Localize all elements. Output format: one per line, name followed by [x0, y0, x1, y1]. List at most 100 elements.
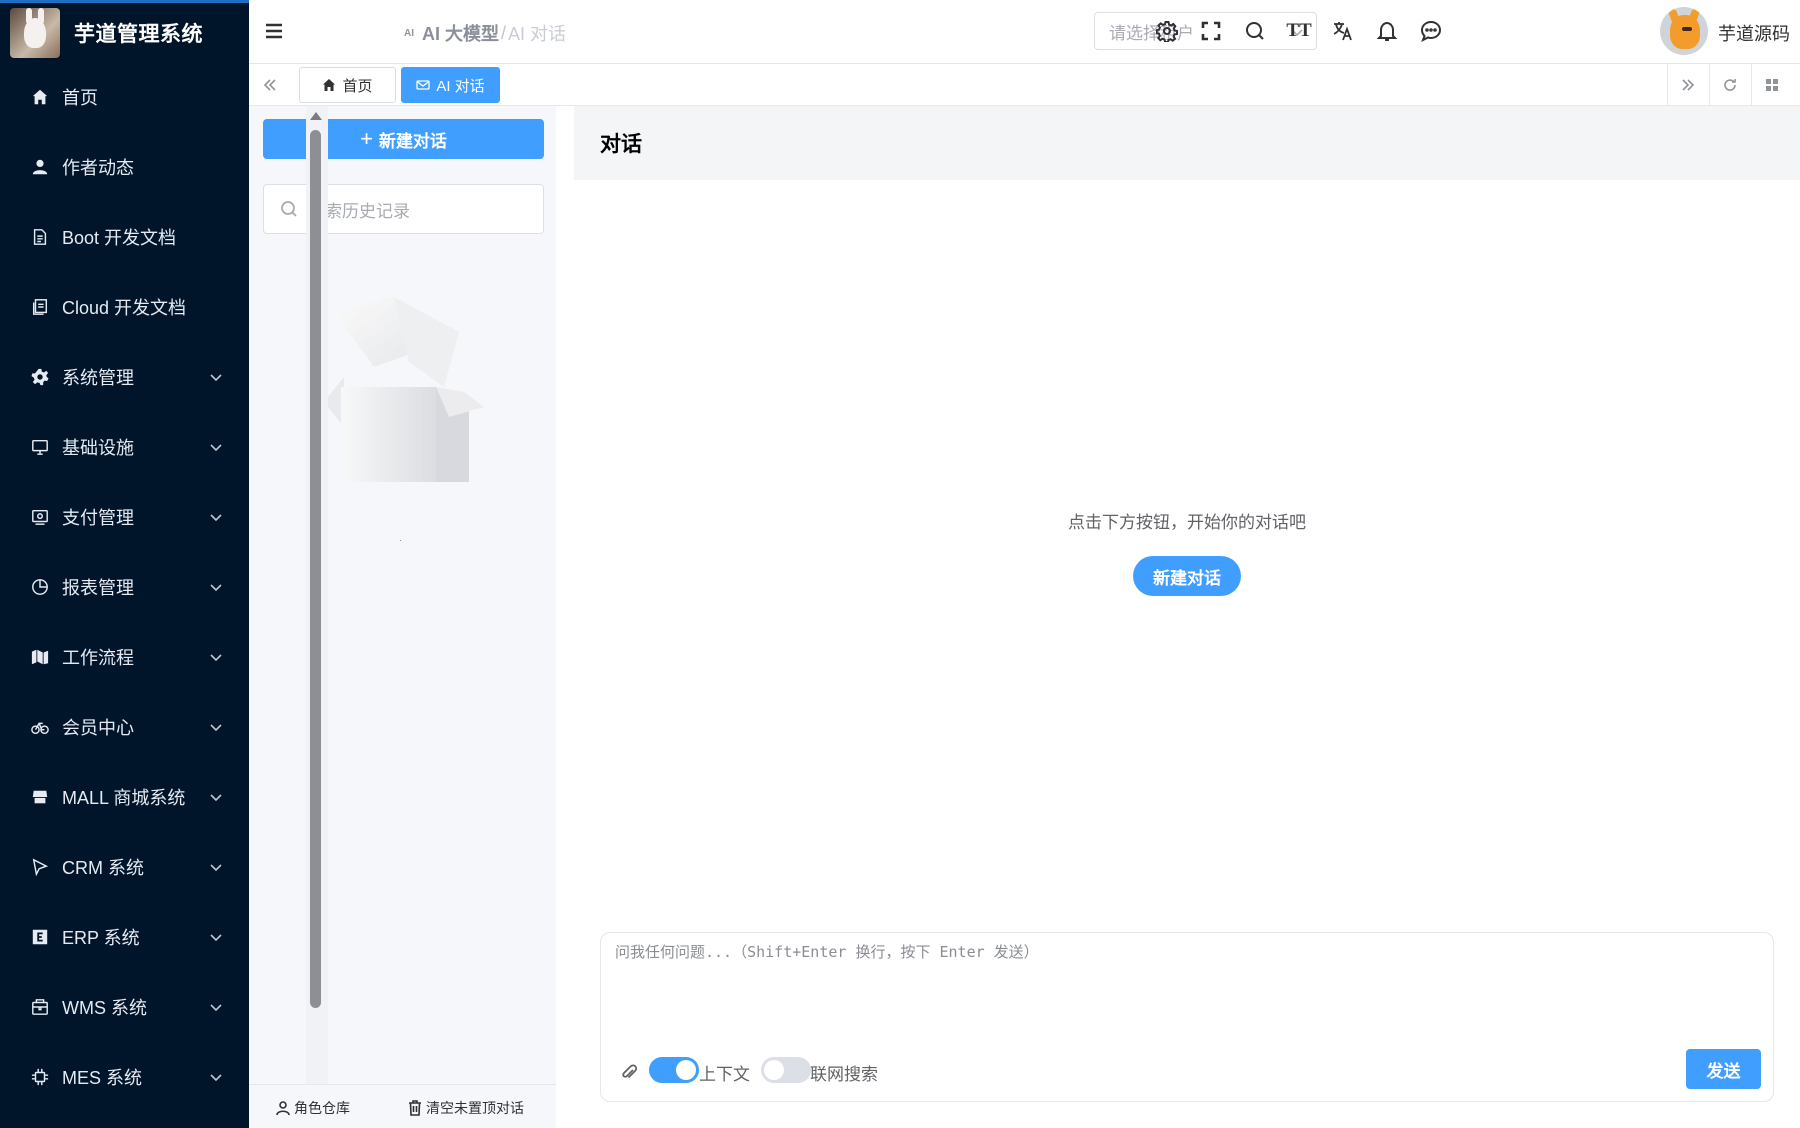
chevron-down-icon [209, 650, 223, 664]
fullscreen-icon[interactable] [1199, 19, 1223, 43]
breadcrumb-separator: / [501, 22, 507, 43]
plus-icon: + [360, 126, 373, 151]
sidebar-item-label: ERP 系统 [62, 928, 140, 948]
chevrons-left-icon[interactable] [249, 64, 291, 106]
conversation-panel-footer: 角色仓库 清空未置顶对话 [249, 1084, 556, 1128]
empty-description: · [399, 536, 402, 545]
sidebar-item-crm[interactable]: CRM 系统 [0, 832, 249, 902]
search-icon[interactable] [1243, 19, 1267, 43]
sidebar-item-label: MALL 商城系统 [62, 788, 186, 808]
package-icon [30, 997, 50, 1017]
new-chat-button[interactable]: 新建对话 [1133, 556, 1241, 596]
sidebar-item-workflow[interactable]: 工作流程 [0, 622, 249, 692]
sidebar-item-boot-docs[interactable]: Boot 开发文档 [0, 202, 249, 272]
mail-icon [416, 80, 430, 90]
tenant-select-placeholder: 请选择租户 [1109, 23, 1194, 43]
font-size-icon[interactable]: TT [1286, 19, 1311, 43]
sidebar-item-member[interactable]: 会员中心 [0, 692, 249, 762]
chevron-down-icon [209, 510, 223, 524]
ai-icon: AI [404, 27, 414, 39]
conversation-panel: + 新建对话 搜索历史记录 · [249, 106, 556, 1128]
avatar[interactable] [1660, 7, 1708, 55]
chevron-down-icon [209, 1070, 223, 1084]
paperclip-icon[interactable] [619, 1063, 639, 1083]
grid-icon[interactable] [1751, 64, 1793, 106]
app-title: 芋道管理系统 [74, 22, 203, 46]
logo [10, 7, 60, 58]
context-toggle[interactable] [649, 1057, 699, 1083]
sidebar: 芋道管理系统 首页 作者动态 Boot 开发文档 Cloud 开发文档 系统管理… [0, 0, 249, 1128]
gear-icon [30, 367, 50, 387]
sidebar-item-label: 作者动态 [62, 158, 134, 178]
sidebar-item-cloud-docs[interactable]: Cloud 开发文档 [0, 272, 249, 342]
sidebar-item-pay[interactable]: 支付管理 [0, 482, 249, 552]
message-composer: 上下文 联网搜索 发送 [600, 932, 1774, 1102]
role-library-button[interactable]: 角色仓库 [275, 1098, 350, 1118]
document-icon [30, 227, 50, 247]
sidebar-menu: 首页 作者动态 Boot 开发文档 Cloud 开发文档 系统管理 基础设施 支… [0, 62, 249, 1112]
sidebar-item-mes[interactable]: MES 系统 [0, 1042, 249, 1112]
monitor-icon [30, 437, 50, 457]
scrollbar-thumb[interactable] [310, 130, 321, 1008]
sidebar-item-label: 基础设施 [62, 438, 134, 458]
chevron-down-icon [209, 860, 223, 874]
menu-toggle-icon[interactable] [263, 20, 285, 42]
documents-icon [30, 297, 50, 317]
username[interactable]: 芋道源码 [1718, 20, 1790, 46]
erp-icon [30, 927, 50, 947]
sidebar-item-label: 报表管理 [62, 578, 134, 598]
sidebar-item-label: 会员中心 [62, 718, 134, 738]
crm-icon [30, 857, 50, 877]
search-icon [281, 201, 297, 217]
chat-header: 对话 [574, 106, 1800, 180]
store-icon [30, 787, 50, 807]
workflow-icon [30, 647, 50, 667]
sidebar-item-label: 支付管理 [62, 508, 134, 528]
home-icon [30, 87, 50, 107]
chevron-down-icon [209, 720, 223, 734]
bicycle-icon [30, 717, 50, 737]
breadcrumb-item-ai-model[interactable]: AI 大模型 [422, 20, 499, 46]
top-header: AI AI 大模型 / AI 对话 请选择租户 TT 芋道源码 [249, 0, 1800, 64]
bell-icon[interactable] [1375, 19, 1399, 43]
send-button[interactable]: 发送 [1686, 1049, 1761, 1089]
context-toggle-label: 上下文 [699, 1065, 750, 1084]
translate-icon[interactable] [1331, 19, 1355, 43]
sidebar-item-mall[interactable]: MALL 商城系统 [0, 762, 249, 832]
chevrons-right-icon[interactable] [1667, 64, 1709, 106]
chevron-down-icon [209, 580, 223, 594]
sidebar-item-infra[interactable]: 基础设施 [0, 412, 249, 482]
wallet-icon [30, 507, 50, 527]
clear-unpinned-button[interactable]: 清空未置顶对话 [407, 1098, 524, 1118]
chat-title: 对话 [600, 133, 642, 156]
tab-ai-chat[interactable]: AI 对话 [401, 67, 500, 103]
chevron-down-icon [209, 930, 223, 944]
scroll-up-arrow-icon[interactable] [310, 112, 322, 120]
chat-empty-message: 点击下方按钮，开始你的对话吧 [1068, 513, 1306, 532]
sidebar-item-label: MES 系统 [62, 1068, 143, 1088]
chevron-down-icon [209, 790, 223, 804]
sidebar-item-system[interactable]: 系统管理 [0, 342, 249, 412]
message-icon[interactable] [1419, 19, 1443, 43]
tab-home[interactable]: 首页 [299, 67, 396, 103]
web-search-toggle-label: 联网搜索 [810, 1065, 878, 1084]
new-conversation-label: 新建对话 [378, 131, 447, 151]
user-icon [30, 157, 50, 177]
sidebar-item-label: CRM 系统 [62, 858, 144, 878]
refresh-icon[interactable] [1709, 64, 1751, 106]
pie-chart-icon [30, 577, 50, 597]
home-icon [323, 79, 336, 91]
sidebar-brand[interactable]: 芋道管理系统 [0, 0, 249, 62]
sidebar-item-wms[interactable]: WMS 系统 [0, 972, 249, 1042]
sidebar-item-author-news[interactable]: 作者动态 [0, 132, 249, 202]
sidebar-item-erp[interactable]: ERP 系统 [0, 902, 249, 972]
sidebar-item-label: Boot 开发文档 [62, 228, 177, 248]
web-search-toggle[interactable] [761, 1057, 811, 1083]
settings-icon[interactable] [1155, 19, 1179, 43]
sidebar-item-report[interactable]: 报表管理 [0, 552, 249, 622]
sidebar-item-home[interactable]: 首页 [0, 62, 249, 132]
sidebar-item-label: 首页 [62, 88, 98, 108]
breadcrumb: AI AI 大模型 / AI 对话 [404, 20, 566, 46]
message-input[interactable] [615, 941, 1755, 1031]
breadcrumb-item-ai-chat: AI 对话 [508, 24, 567, 44]
